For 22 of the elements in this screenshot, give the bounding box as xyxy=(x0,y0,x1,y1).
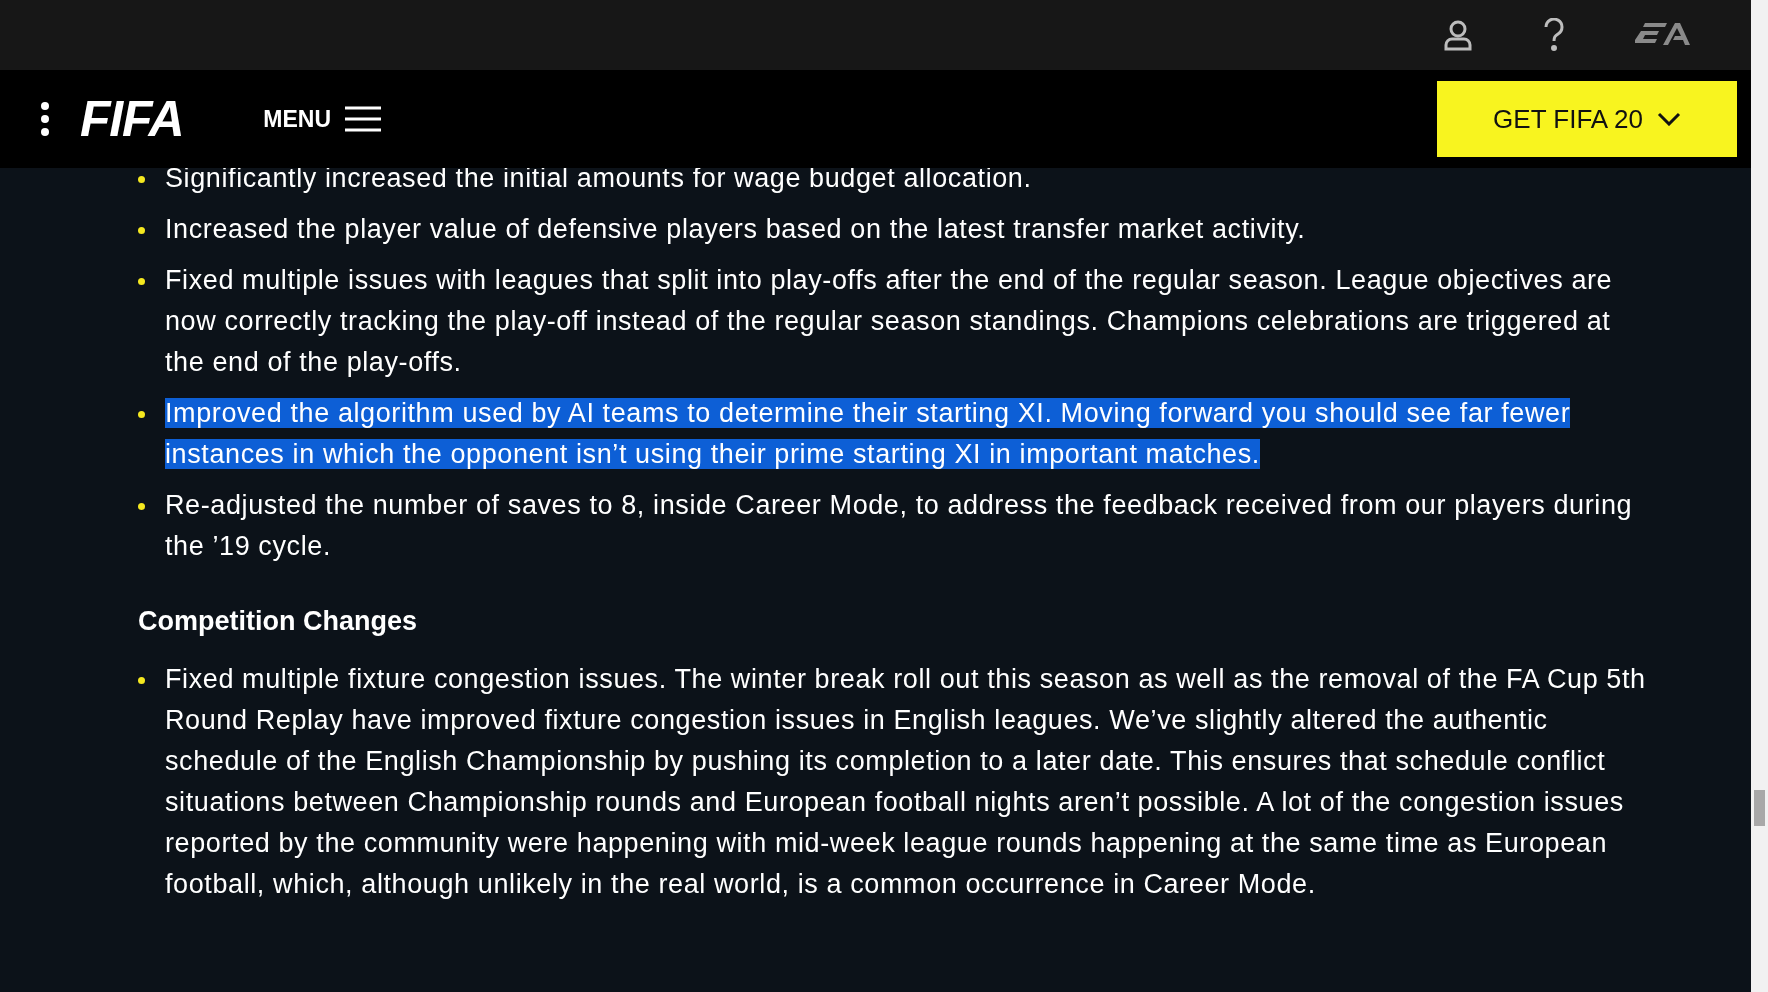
list-item-text: Significantly increased the initial amounts for wage budget allocation. xyxy=(165,162,1032,195)
bullet-icon xyxy=(138,503,145,510)
scrollbar[interactable] xyxy=(1751,0,1768,992)
list-item-text: Increased the player value of defensive players based on the latest transfer market activity. xyxy=(165,213,1306,246)
user-icon[interactable] xyxy=(1443,19,1473,51)
chevron-down-icon xyxy=(1656,112,1681,126)
menu-button[interactable]: MENU xyxy=(263,101,382,137)
list-item-text: Fixed multiple issues with leagues that split into play-offs after the end of the regular season. League objectives are now correctly tracking the play-off instead of the regular season standings. Champions celebrations are triggered at the end of the play-offs. xyxy=(165,264,1614,379)
section-heading: Competition Changes xyxy=(138,605,418,638)
bullet-icon xyxy=(138,677,145,684)
get-game-button[interactable]: GET FIFA 20 xyxy=(1437,81,1737,157)
bullet-icon xyxy=(138,227,145,234)
help-icon[interactable] xyxy=(1543,18,1565,52)
more-icon[interactable] xyxy=(40,101,50,137)
bullet-icon xyxy=(138,278,145,285)
list-item-text: Re-adjusted the number of saves to 8, inside Career Mode, to address the feedback received from our players during the ’19 cycle. xyxy=(165,489,1634,563)
menu-icon xyxy=(345,106,382,132)
bullet-icon xyxy=(138,411,145,418)
list-item-text: Fixed multiple fixture congestion issues. The winter break roll out this season as well as the removal of the FA Cup 5th Round Replay have improved fixture congestion issues in English leagues. We’ve slightly altered the authentic schedule of the English Championship by pushing its completion to a later date. This ensures that schedule conflict situations between Championship rounds and European football nights aren’t possible. A lot of the congestion issues reported by the community were happening with mid-week league rounds happening at the same time as European football, which, although unlikely in the real world, is a common occurrence in Career Mode. xyxy=(165,663,1647,901)
site-logo[interactable]: FIFA xyxy=(80,94,184,144)
list-item-text: Improved the algorithm used by AI teams to determine their starting XI. Moving forward you should see far fewer instances in which the opponent isn’t using their prime starting XI in important matches. xyxy=(165,397,1572,471)
bullet-icon xyxy=(138,176,145,183)
